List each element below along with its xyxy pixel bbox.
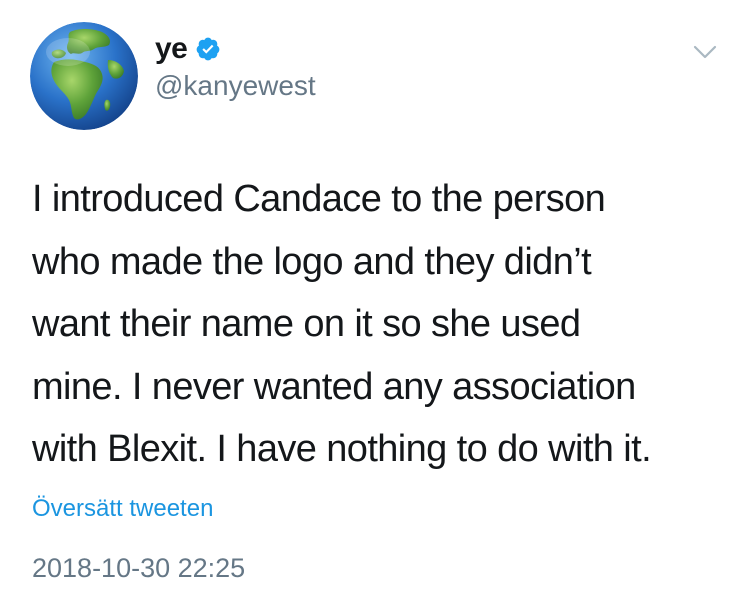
display-name[interactable]: ye	[155, 32, 188, 66]
translate-tweet-link[interactable]: Översätt tweeten	[32, 495, 213, 523]
verified-badge-icon	[196, 37, 220, 61]
tweet-text: I introduced Candace to the person who m…	[32, 168, 732, 481]
tweet-timestamp[interactable]: 2018-10-30 22:25	[32, 553, 245, 584]
tweet-text-line: mine. I never wanted any association	[32, 365, 636, 408]
tweet-text-line: with Blexit. I have nothing to do with i…	[32, 428, 652, 470]
tweet-text-line: who made the logo and they didn’t	[32, 240, 592, 283]
tweet-text-line: want their name on it so she used	[32, 303, 581, 345]
name-row: ye	[155, 30, 221, 68]
tweet-text-line: I introduced Candace to the person	[32, 178, 606, 220]
avatar[interactable]	[30, 22, 138, 130]
globe-europe-africa-icon	[30, 22, 138, 130]
user-handle[interactable]: @kanyewest	[155, 70, 316, 102]
chevron-down-icon[interactable]	[693, 44, 717, 60]
